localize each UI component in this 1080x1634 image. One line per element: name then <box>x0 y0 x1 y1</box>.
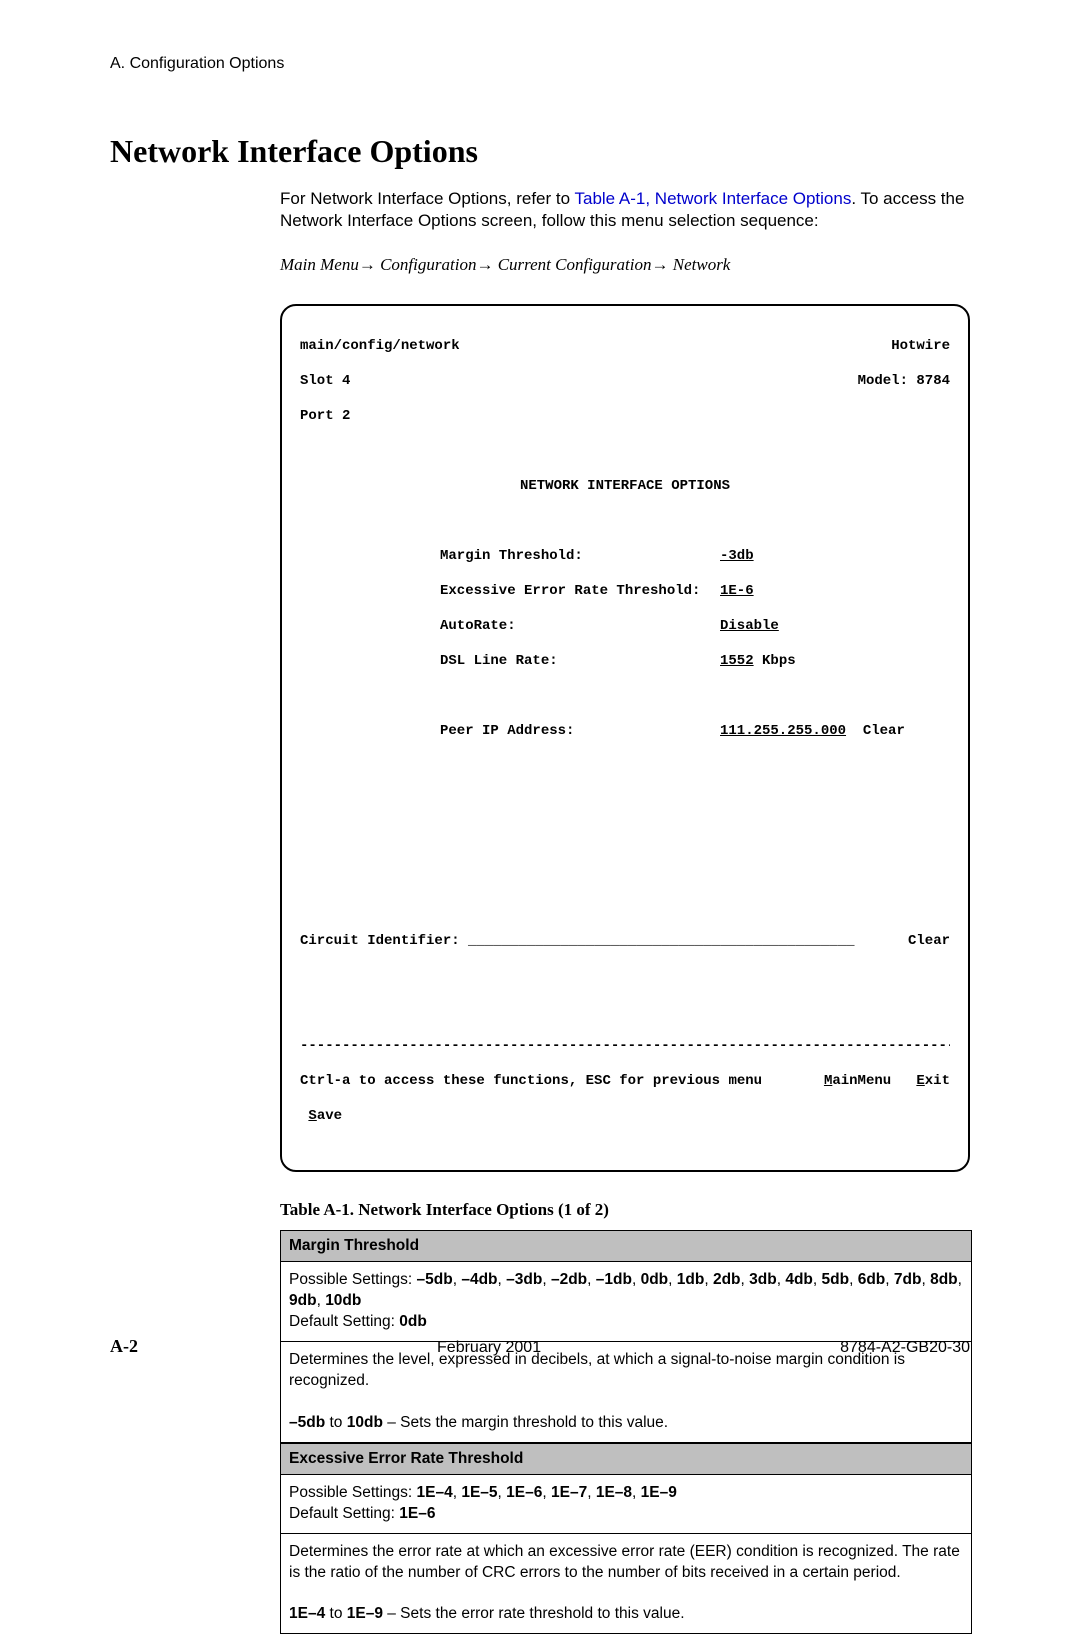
opt-peer-value[interactable]: 111.255.255.000 <box>720 723 846 741</box>
terminal-path: main/config/network <box>300 338 460 356</box>
opt-dslrate-suffix: Kbps <box>754 653 796 671</box>
opt-peer-label: Peer IP Address: <box>300 723 720 741</box>
menu-navigation-path: Main Menu→ Configuration→ Current Config… <box>280 254 970 276</box>
circuit-label: Circuit Identifier: <box>300 933 460 949</box>
table-section-header: Excessive Error Rate Threshold <box>281 1443 971 1475</box>
terminal-save[interactable]: Save <box>300 1108 950 1126</box>
terminal-title: NETWORK INTERFACE OPTIONS <box>300 478 950 496</box>
options-table: Margin ThresholdPossible Settings: –5db,… <box>280 1230 972 1634</box>
table-reference-link[interactable]: Table A-1, Network Interface Options <box>574 189 851 208</box>
terminal-exit[interactable]: Exit <box>916 1073 950 1091</box>
table-caption: Table A-1. Network Interface Options (1 … <box>280 1200 970 1220</box>
table-cell: Determines the level, expressed in decib… <box>281 1342 971 1443</box>
terminal-help: Ctrl-a to access these functions, ESC fo… <box>300 1073 824 1091</box>
terminal-slot: Slot 4 <box>300 373 350 391</box>
terminal-screen: main/config/network Hotwire Slot 4 Model: … <box>280 304 970 1172</box>
table-section-header: Margin Threshold <box>281 1231 971 1262</box>
opt-autorate-label: AutoRate: <box>300 618 720 636</box>
terminal-separator: ----------------------------------------… <box>300 1038 950 1056</box>
opt-dslrate-value[interactable]: 1552 <box>720 653 754 671</box>
section-heading: Network Interface Options <box>110 133 970 170</box>
opt-margin-value[interactable]: -3db <box>720 548 754 566</box>
page-header-breadcrumb: A. Configuration Options <box>110 55 970 73</box>
terminal-port: Port 2 <box>300 408 950 426</box>
circuit-clear[interactable]: Clear <box>908 933 950 951</box>
opt-eer-value[interactable]: 1E-6 <box>720 583 754 601</box>
terminal-brand: Hotwire <box>891 338 950 356</box>
footer-doc-id: 8784-A2-GB20-30 <box>840 1339 970 1357</box>
intro-paragraph: For Network Interface Options, refer to … <box>280 188 970 276</box>
opt-eer-label: Excessive Error Rate Threshold: <box>300 583 720 601</box>
table-cell: Determines the error rate at which an ex… <box>281 1534 971 1634</box>
table-cell: Possible Settings: –5db, –4db, –3db, –2d… <box>281 1262 971 1342</box>
opt-peer-clear[interactable]: Clear <box>863 723 905 741</box>
terminal-mainmenu[interactable]: MainMenu <box>824 1073 891 1091</box>
table-cell: Possible Settings: 1E–4, 1E–5, 1E–6, 1E–… <box>281 1475 971 1534</box>
page-footer: A-2 February 2001 8784-A2-GB20-30 <box>110 1336 970 1357</box>
opt-dslrate-label: DSL Line Rate: <box>300 653 720 671</box>
page-number: A-2 <box>110 1336 138 1357</box>
intro-text-before: For Network Interface Options, refer to <box>280 189 574 208</box>
opt-autorate-value[interactable]: Disable <box>720 618 779 636</box>
footer-date: February 2001 <box>437 1339 541 1357</box>
terminal-model: Model: 8784 <box>858 373 950 391</box>
opt-margin-label: Margin Threshold: <box>300 548 720 566</box>
document-page: A. Configuration Options Network Interfa… <box>0 0 1080 1397</box>
